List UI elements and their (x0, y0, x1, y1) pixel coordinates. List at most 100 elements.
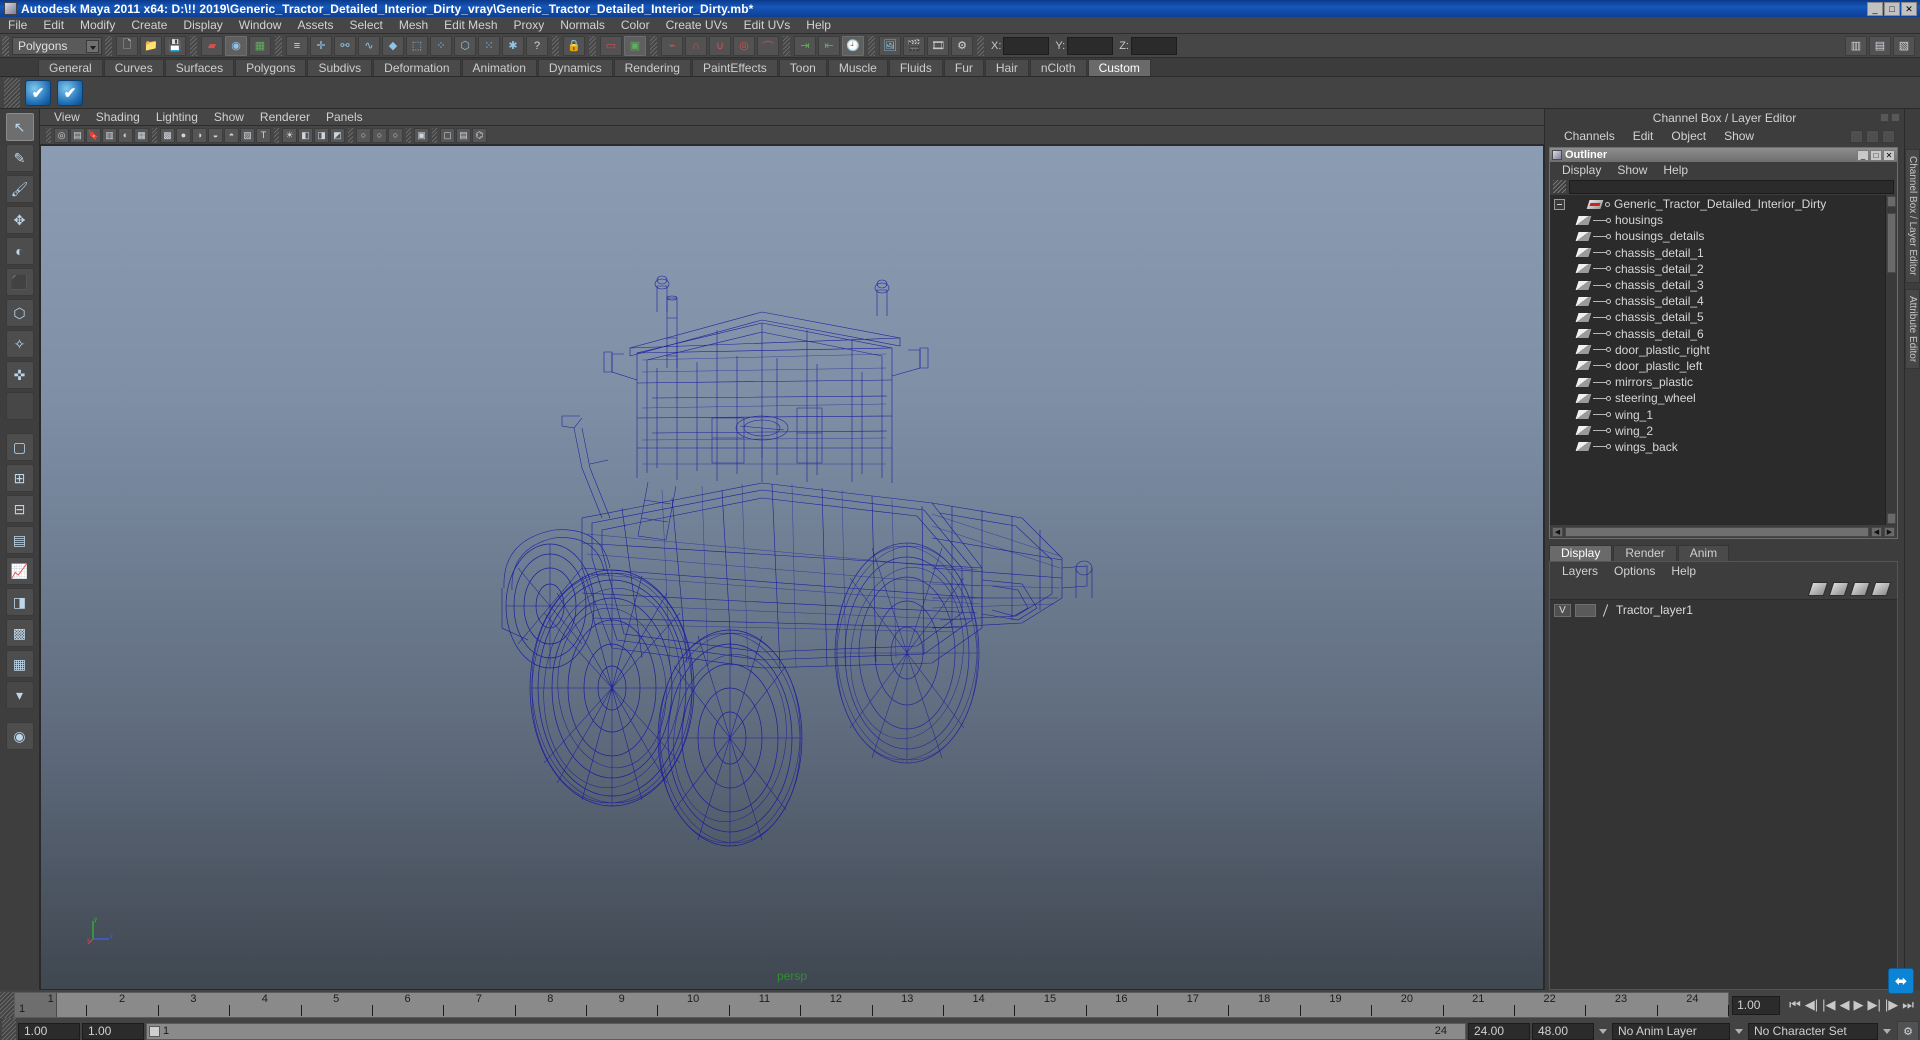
channelbox-menu-edit[interactable]: Edit (1624, 129, 1663, 143)
menu-edit[interactable]: Edit (35, 17, 72, 34)
layout-outliner-persp-icon[interactable]: ▤ (5, 526, 34, 554)
channelbox-key-icon[interactable] (1882, 129, 1895, 143)
save-scene-icon[interactable]: 💾 (164, 35, 186, 56)
shelf-tab-deformation[interactable]: Deformation (373, 59, 461, 76)
perspective-viewport[interactable]: y x z persp (40, 145, 1544, 990)
outliner-search-input[interactable] (1569, 179, 1894, 194)
menu-proxy[interactable]: Proxy (506, 17, 553, 34)
playback-end-field[interactable]: 24.00 (1468, 1022, 1530, 1040)
play-forwards-button[interactable]: ▶ (1854, 997, 1864, 1013)
outliner-item[interactable]: chassis_detail_5 (1550, 309, 1897, 325)
outliner-item[interactable]: steering_wheel (1550, 390, 1897, 406)
outliner-item[interactable]: housings (1550, 212, 1897, 228)
select-by-hierarchy-icon[interactable]: ▰ (201, 35, 223, 56)
bookmark-icon[interactable]: 🔖 (86, 127, 101, 143)
viewport-toolbar-gripper[interactable] (46, 127, 51, 143)
outliner-item[interactable]: chassis_detail_1 (1550, 245, 1897, 261)
menu-select[interactable]: Select (341, 17, 390, 34)
hardware-texturing-icon[interactable]: ▨ (240, 127, 255, 143)
vtab-attribute-editor[interactable]: Attribute Editor (1905, 288, 1920, 369)
toolbar-gripper[interactable] (2, 35, 9, 56)
current-time-field[interactable]: 1.00 (1732, 995, 1781, 1015)
channelbox-float-icon[interactable] (1880, 113, 1889, 122)
animation-preferences-icon[interactable]: ⚙ (1897, 1021, 1919, 1040)
new-scene-icon[interactable]: 🗋 (116, 35, 138, 56)
panel-share-icon[interactable]: ⌬ (472, 127, 487, 143)
light-one-icon[interactable]: ○ (356, 127, 371, 143)
outliner-maximize-icon[interactable]: □ (1870, 149, 1882, 161)
snap-to-view-plane-icon[interactable]: ⌒ (757, 35, 779, 56)
shelf-gripper[interactable] (4, 77, 20, 108)
shelf-tab-hair[interactable]: Hair (984, 59, 1029, 76)
layout-relationship-icon[interactable]: ▦ (5, 650, 34, 678)
layer-visibility-toggle[interactable]: V (1554, 603, 1571, 617)
lasso-tool[interactable]: ✎ (5, 144, 34, 172)
anim-layer-chevron-icon[interactable] (1596, 1023, 1610, 1040)
outliner-hscroll-right-arrow-2[interactable]: ▶ (1884, 526, 1895, 537)
render-sequence-icon[interactable]: 🎬 (903, 35, 925, 56)
move-layer-down-icon[interactable] (1828, 582, 1850, 596)
axis-z-field[interactable] (1130, 36, 1177, 55)
shelf-tab-ncloth[interactable]: nCloth (1029, 59, 1087, 76)
ipr-render-icon[interactable]: 🎞 (927, 35, 949, 56)
outliner-item[interactable]: housings_details (1550, 228, 1897, 244)
shelf-tab-rendering[interactable]: Rendering (613, 59, 691, 76)
rendering-mask-icon[interactable]: ⬡ (454, 35, 476, 56)
outliner-scroll-thumb[interactable] (1887, 213, 1896, 273)
minimize-button[interactable]: _ (1867, 1, 1883, 16)
menu-display[interactable]: Display (175, 17, 230, 34)
chevron-down-icon[interactable] (86, 39, 99, 53)
axis-y-field[interactable] (1067, 36, 1114, 55)
layout-two-pane-icon[interactable]: ⊟ (5, 495, 34, 523)
shelf-tab-curves[interactable]: Curves (103, 59, 164, 76)
image-plane-icon[interactable]: ▥ (102, 127, 117, 143)
light-two-icon[interactable]: ○ (372, 127, 387, 143)
anim-layer-field[interactable]: No Anim Layer (1612, 1022, 1730, 1040)
menu-normals[interactable]: Normals (552, 17, 613, 34)
layout-hypershade-icon[interactable]: ◨ (5, 588, 34, 616)
two-sided-lighting-icon[interactable]: ◐ (118, 127, 133, 143)
go-to-end-button[interactable]: ⏭ (1902, 997, 1914, 1013)
menu-file[interactable]: File (0, 17, 35, 34)
range-left-handle[interactable] (149, 1025, 160, 1037)
step-forward-key-button[interactable]: |▶ (1885, 997, 1898, 1013)
channelbox-speed-icon[interactable] (1850, 129, 1863, 143)
shaded-wireframe-icon[interactable]: ◓ (224, 127, 239, 143)
paint-select-tool[interactable]: 🖌 (5, 175, 34, 203)
outliner-filter-icon[interactable] (1553, 180, 1566, 193)
character-set-field[interactable]: No Character Set (1748, 1022, 1878, 1040)
maximize-button[interactable]: □ (1884, 1, 1900, 16)
outliner-item[interactable]: wings_back (1550, 439, 1897, 455)
outliner-menu-help[interactable]: Help (1655, 163, 1696, 177)
menu-modify[interactable]: Modify (72, 17, 123, 34)
layer-list[interactable]: V Tractor_layer1 (1550, 599, 1897, 989)
outliner-item[interactable]: chassis_detail_4 (1550, 293, 1897, 309)
shelf-item-check-2[interactable]: ✔ (57, 79, 83, 106)
outliner-vertical-scrollbar[interactable] (1885, 195, 1897, 525)
step-forward-frame-button[interactable]: ▶| (1868, 997, 1881, 1013)
menu-color[interactable]: Color (613, 17, 658, 34)
marquee-select-icon[interactable]: ▭ (600, 35, 622, 56)
go-to-start-button[interactable]: ⏮ (1789, 997, 1801, 1013)
snap-to-projected-center-icon[interactable]: ◎ (733, 35, 755, 56)
character-set-chevron-icon[interactable] (1732, 1023, 1746, 1040)
layout-persp-graph-icon[interactable]: ▩ (5, 619, 34, 647)
scale-tool[interactable]: ⬛ (5, 268, 34, 296)
outliner-item[interactable]: door_plastic_right (1550, 342, 1897, 358)
shelf-tab-animation[interactable]: Animation (461, 59, 537, 76)
select-by-component-type-icon[interactable]: ▦ (249, 35, 271, 56)
outliner-item[interactable]: mirrors_plastic (1550, 374, 1897, 390)
use-all-lights-icon[interactable]: ◧ (298, 127, 313, 143)
play-backwards-button[interactable]: ◀ (1840, 997, 1850, 1013)
shelf-item-check-1[interactable]: ✔ (25, 79, 51, 106)
layer-menu-options[interactable]: Options (1606, 564, 1663, 578)
light-three-icon[interactable]: ○ (388, 127, 403, 143)
outliner-item[interactable]: chassis_detail_2 (1550, 261, 1897, 277)
show-channelbox-icon[interactable]: ▥ (1845, 35, 1867, 56)
shelf-tab-surfaces[interactable]: Surfaces (164, 59, 235, 76)
camera-attributes-icon[interactable]: ▤ (70, 127, 85, 143)
shelf-tab-fur[interactable]: Fur (943, 59, 984, 76)
misc-mask-icon[interactable]: ⁙ (478, 35, 500, 56)
menu-help[interactable]: Help (798, 17, 839, 34)
show-tool-settings-icon[interactable]: ▧ (1893, 35, 1915, 56)
